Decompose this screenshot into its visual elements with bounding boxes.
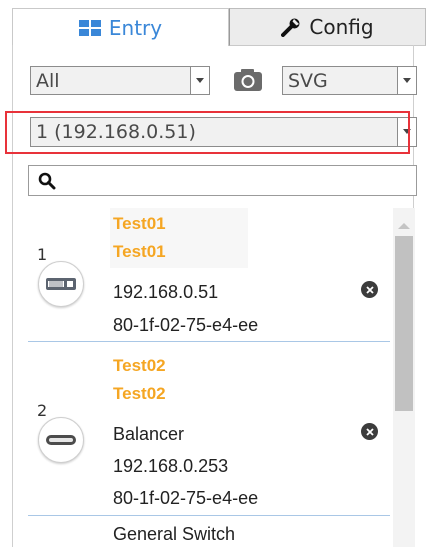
device-ip: 192.168.0.253 [113,456,229,476]
search-field[interactable] [28,165,417,196]
type-select[interactable]: All [30,66,191,95]
balancer-device-icon [38,417,84,463]
device-name: Test01 [113,214,166,233]
device-name: Test02 [113,384,166,403]
grid-icon [78,19,101,36]
tab-entry-label: Entry [108,15,163,40]
scrollbar-thumb[interactable] [395,236,413,411]
device-mac: 80-1f-02-75-e4-ee [113,488,259,508]
chevron-down-icon [403,77,411,83]
tab-bar: Entry Config [12,8,426,46]
camera-icon[interactable] [233,67,263,93]
scroll-up-icon[interactable] [397,215,411,234]
format-select[interactable]: SVG [282,66,398,95]
switch-device-icon [38,261,84,307]
format-select-dropdown-button[interactable] [397,66,417,95]
delete-icon[interactable] [361,423,378,440]
device-type: Balancer [113,424,185,444]
device-name: Test02 [113,356,166,375]
list-item[interactable]: Test02 Test02 2 Balancer 192.168.0.253 8… [28,342,390,515]
wrench-icon [281,17,301,37]
list-item[interactable]: Test01 Test01 1 192.168.0.51 80-1f-02-75… [28,200,390,341]
tab-entry[interactable]: Entry [12,8,229,46]
type-select-value: All [36,70,60,92]
device-type: General Switch [113,524,236,544]
device-list: Test01 Test01 1 192.168.0.51 80-1f-02-75… [28,200,393,547]
highlight-box [5,111,410,154]
device-mac: 80-1f-02-75-e4-ee [113,315,259,335]
device-number: 2 [37,401,48,420]
type-select-dropdown-button[interactable] [190,66,210,95]
format-select-value: SVG [288,70,328,92]
tab-config-label: Config [309,15,374,39]
device-number: 1 [37,245,48,264]
list-item[interactable]: General Switch [28,516,390,547]
device-ip: 192.168.0.51 [113,282,219,302]
chevron-down-icon [196,77,204,83]
search-icon [38,172,56,194]
tab-config[interactable]: Config [229,8,426,46]
delete-icon[interactable] [361,281,378,298]
device-name: Test01 [113,242,166,261]
